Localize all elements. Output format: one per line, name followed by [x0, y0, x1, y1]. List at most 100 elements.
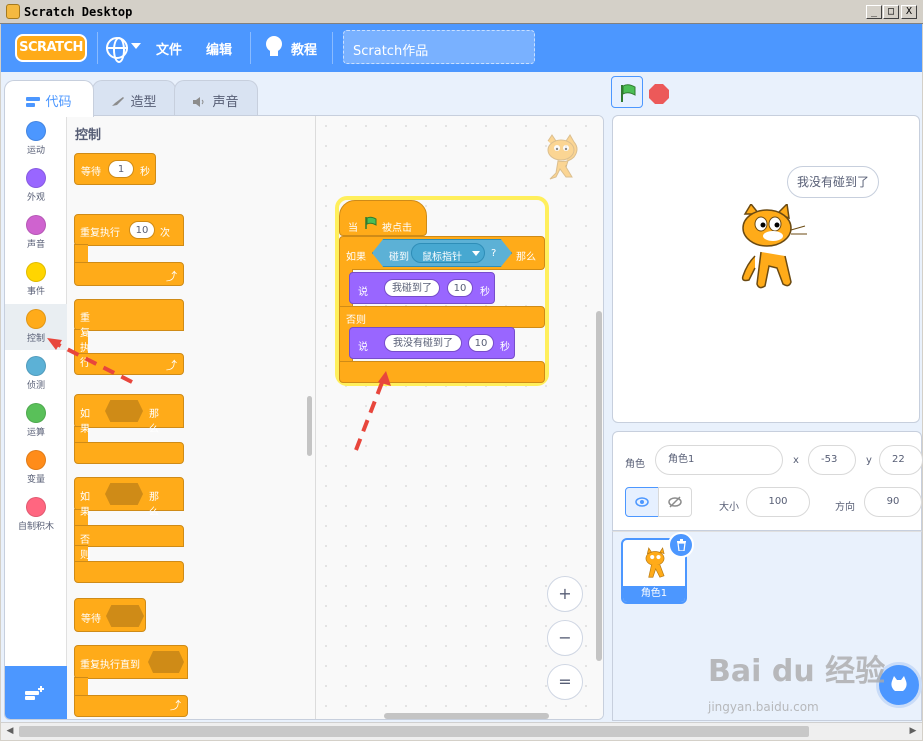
sprite-list: 角色1 — [612, 531, 922, 721]
category-my-blocks[interactable]: 自制积木 — [5, 492, 67, 538]
condition-slot[interactable] — [105, 400, 143, 422]
green-flag-button[interactable] — [611, 76, 643, 108]
edit-menu[interactable]: 编辑 — [206, 39, 232, 58]
language-globe-icon[interactable] — [106, 37, 128, 63]
window-titlebar: Scratch Desktop _ □ X — [0, 0, 923, 24]
category-dot — [26, 121, 46, 141]
category-sensing[interactable]: 侦测 — [5, 351, 67, 397]
category-menu: 运动 外观 声音 事件 控制 侦测 运算 变量 自制积木 — [5, 116, 67, 666]
show-sprite-button[interactable] — [625, 487, 659, 517]
category-dot — [26, 262, 46, 282]
y-position-input[interactable]: 22 — [879, 445, 923, 475]
say-for-secs-block[interactable]: 说 我没有碰到了 10 秒 — [349, 327, 515, 359]
stop-button[interactable] — [649, 84, 669, 104]
size-input[interactable]: 100 — [746, 487, 810, 517]
code-blocks-icon — [26, 97, 41, 107]
tab-sounds-label: 声音 — [212, 95, 239, 110]
category-variables[interactable]: 变量 — [5, 445, 67, 491]
category-events[interactable]: 事件 — [5, 257, 67, 303]
say-seconds-input[interactable]: 10 — [447, 279, 473, 297]
file-menu[interactable]: 文件 — [156, 39, 182, 58]
category-dot — [26, 403, 46, 423]
touching-target-dropdown[interactable]: 鼠标指针 — [411, 243, 485, 263]
category-dot — [26, 497, 46, 517]
palette-heading: 控制 — [75, 128, 102, 143]
zoom-reset-button[interactable]: = — [547, 664, 583, 700]
condition-slot[interactable] — [148, 651, 184, 673]
script-horizontal-scrollbar[interactable] — [384, 713, 549, 719]
when-flag-clicked-block[interactable]: 当 被点击 — [339, 200, 427, 236]
extension-add-icon — [25, 686, 44, 700]
wait-seconds-input[interactable]: 1 — [108, 160, 134, 178]
sprite-card-name: 角色1 — [623, 586, 685, 602]
category-operators[interactable]: 运算 — [5, 398, 67, 444]
close-button[interactable]: X — [901, 5, 917, 19]
menu-divider — [250, 32, 251, 64]
wait-block[interactable]: 等待 1 秒 — [74, 153, 156, 185]
stage[interactable]: 我没有碰到了 — [612, 115, 920, 423]
loop-arrow-icon: ⤴ — [166, 359, 177, 372]
tab-costumes[interactable]: 造型 — [92, 80, 176, 116]
category-sound[interactable]: 声音 — [5, 210, 67, 256]
condition-slot[interactable] — [106, 605, 144, 627]
wait-until-block[interactable]: 等待 — [74, 598, 146, 632]
green-flag-icon — [365, 216, 377, 229]
say-seconds-input[interactable]: 10 — [468, 334, 494, 352]
chevron-down-icon — [131, 43, 141, 49]
chevron-down-icon — [472, 251, 480, 256]
repeat-count-input[interactable]: 10 — [129, 221, 155, 239]
window-horizontal-scrollbar[interactable]: ◀ ▶ — [1, 722, 922, 740]
direction-input[interactable]: 90 — [864, 487, 922, 517]
minimize-button[interactable]: _ — [866, 5, 882, 19]
menu-divider — [97, 32, 98, 64]
tutorials-bulb-icon[interactable] — [266, 36, 282, 56]
tab-costumes-label: 造型 — [130, 95, 157, 110]
project-title-input[interactable]: Scratch作品 — [343, 30, 535, 64]
if-else-bottom — [339, 361, 545, 383]
add-extension-button[interactable] — [5, 666, 67, 719]
window-title: Scratch Desktop — [24, 5, 133, 19]
tab-code-label: 代码 — [45, 95, 72, 110]
say-message-input[interactable]: 我没有碰到了 — [384, 334, 462, 352]
zoom-out-button[interactable]: − — [547, 620, 583, 656]
brush-icon — [112, 97, 125, 106]
say-for-secs-block[interactable]: 说 我碰到了 10 秒 — [349, 272, 495, 304]
category-dot — [26, 215, 46, 235]
category-motion[interactable]: 运动 — [5, 116, 67, 162]
maximize-button[interactable]: □ — [883, 5, 899, 19]
scroll-right-icon[interactable]: ▶ — [906, 725, 920, 738]
condition-slot[interactable] — [105, 483, 143, 505]
code-editor: 运动 外观 声音 事件 控制 侦测 运算 变量 自制积木 控制 等待 1 秒 重… — [4, 115, 604, 720]
baidu-watermark: Bai du 经验 — [708, 654, 886, 689]
sprite-name-input[interactable]: 角色1 — [655, 445, 783, 475]
scroll-left-icon[interactable]: ◀ — [3, 725, 17, 738]
say-message-input[interactable]: 我碰到了 — [384, 279, 440, 297]
trash-icon — [677, 539, 686, 551]
palette-scrollbar[interactable] — [307, 396, 312, 456]
category-dot — [26, 450, 46, 470]
loop-arrow-icon: ⤴ — [170, 699, 181, 712]
sprite-info-panel: 角色 角色1 x -53 y 22 大小 100 方向 90 — [612, 431, 923, 531]
scratch-logo[interactable]: SCRATCH — [15, 34, 87, 62]
script-area[interactable]: 当 被点击 如果 那么 碰到 ? 鼠标指针 说 我碰到了 10 秒 否则 说 我… — [316, 116, 603, 719]
scrollbar-thumb[interactable] — [19, 726, 809, 737]
eye-icon — [635, 497, 649, 507]
sprite-thumbnail-icon — [547, 134, 578, 180]
cat-sprite[interactable] — [733, 204, 813, 294]
block-palette: 控制 等待 1 秒 重复执行 10 次 ⤴ 重复执行 ⤴ 如果 那么 如果 那么… — [67, 116, 316, 719]
zoom-in-button[interactable]: + — [547, 576, 583, 612]
hide-sprite-button[interactable] — [658, 487, 692, 517]
loop-arrow-icon: ⤴ — [166, 270, 177, 283]
tutorials-menu[interactable]: 教程 — [291, 39, 317, 58]
tab-code[interactable]: 代码 — [4, 80, 94, 117]
delete-sprite-button[interactable] — [668, 532, 694, 558]
category-control[interactable]: 控制 — [5, 304, 67, 350]
cat-sprite-thumbnail — [645, 547, 665, 578]
x-position-input[interactable]: -53 — [808, 445, 856, 475]
category-dot — [26, 309, 46, 329]
category-looks[interactable]: 外观 — [5, 163, 67, 209]
main-area: 代码 造型 声音 运动 外观 声音 事件 控制 侦测 运算 变量 自制积木 控制… — [1, 72, 923, 722]
baidu-watermark-url: jingyan.baidu.com — [708, 700, 819, 714]
tab-sounds[interactable]: 声音 — [174, 80, 258, 116]
script-vertical-scrollbar[interactable] — [596, 311, 602, 661]
